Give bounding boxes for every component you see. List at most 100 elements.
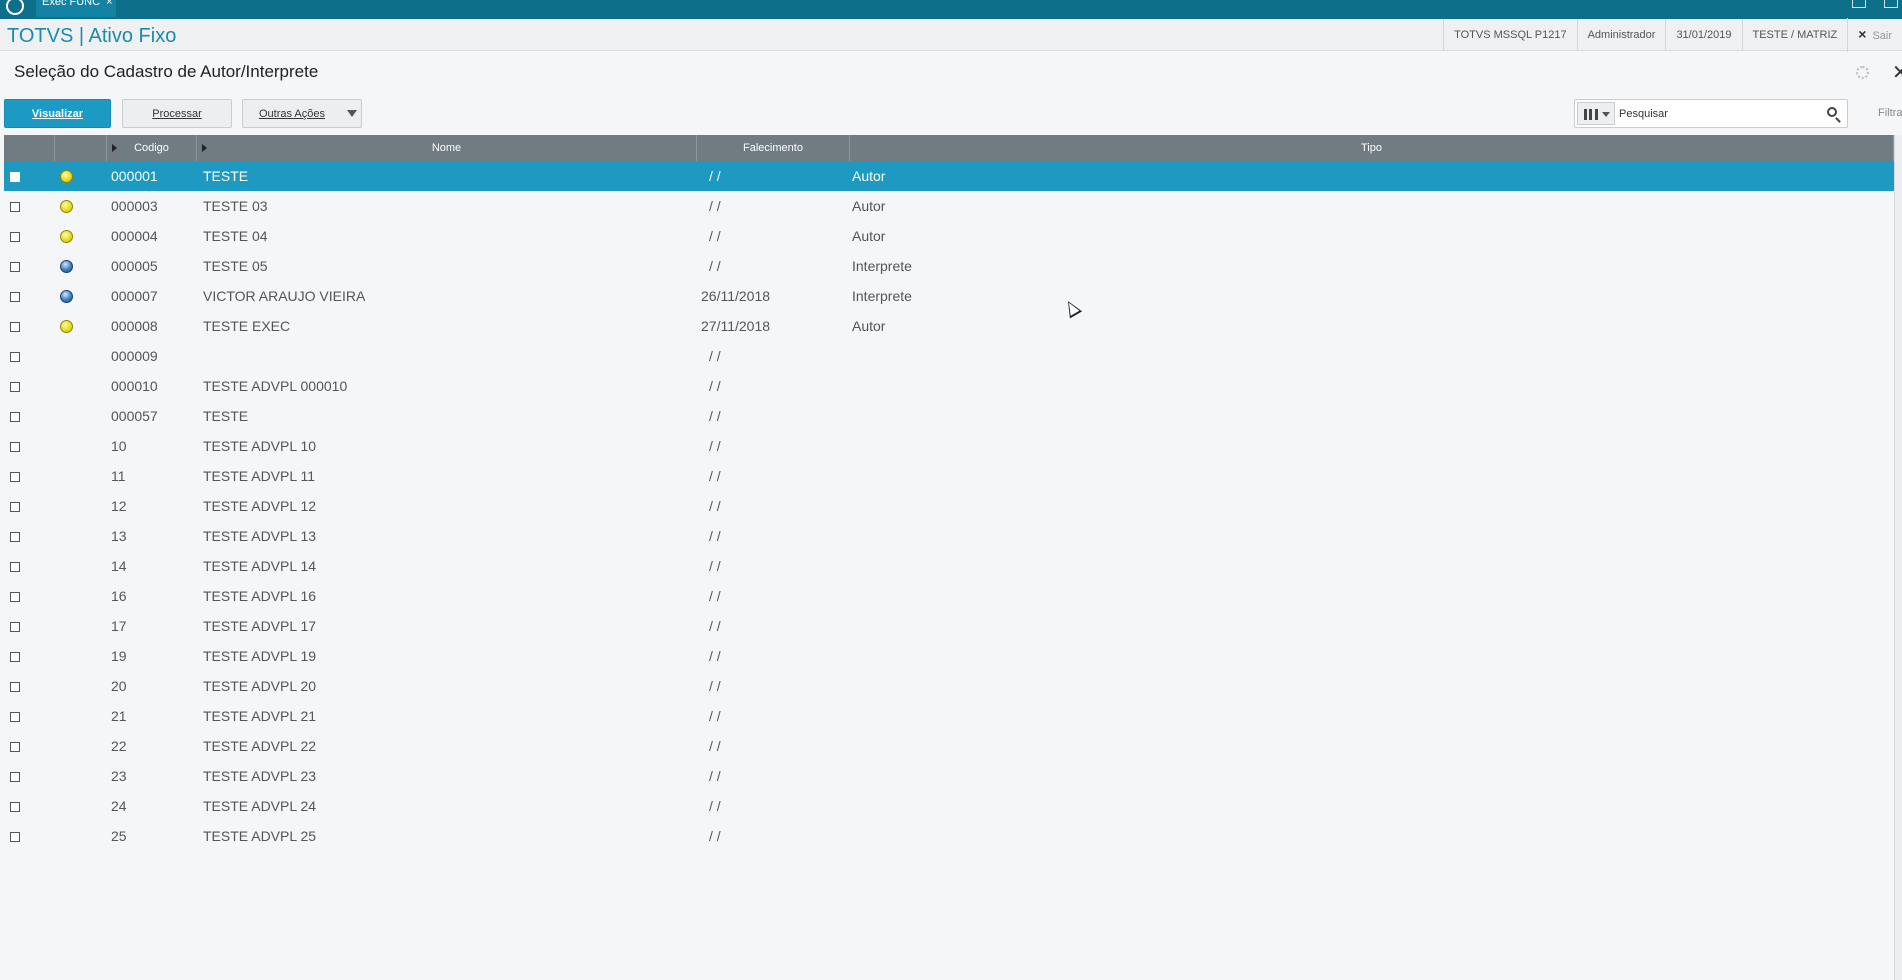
column-selector[interactable]	[1577, 102, 1615, 125]
cell-codigo: 21	[111, 708, 127, 724]
cell-falecimento: / /	[709, 708, 721, 724]
cell-falecimento: / /	[709, 438, 721, 454]
cell-tipo: Autor	[852, 228, 886, 244]
table-row[interactable]: 25 TESTE ADVPL 25 / /	[4, 821, 1894, 851]
totvs-logo-icon[interactable]	[6, 0, 24, 15]
filter-button[interactable]: Filtrar	[1878, 107, 1902, 119]
row-checkbox[interactable]	[10, 472, 20, 482]
gear-icon[interactable]	[1856, 66, 1869, 79]
row-checkbox[interactable]	[10, 502, 20, 512]
table-row[interactable]: 000009 / /	[4, 341, 1894, 371]
table-row[interactable]: 24 TESTE ADVPL 24 / /	[4, 791, 1894, 821]
row-checkbox[interactable]	[10, 322, 20, 332]
table-row[interactable]: 000008 TESTE EXEC 27/11/2018 Autor	[4, 311, 1894, 341]
vertical-scrollbar[interactable]	[1894, 135, 1902, 980]
cell-nome: TESTE ADVPL 17	[203, 618, 317, 634]
table-row[interactable]: 12 TESTE ADVPL 12 / /	[4, 491, 1894, 521]
row-checkbox[interactable]	[10, 352, 20, 362]
row-checkbox[interactable]	[10, 832, 20, 842]
page-title: Seleção do Cadastro de Autor/Interprete	[14, 62, 319, 81]
cell-nome: VICTOR ARAUJO VIEIRA	[203, 288, 366, 304]
process-button[interactable]: Processar	[122, 99, 232, 128]
chevron-down-icon	[1602, 112, 1610, 117]
table-row[interactable]: 14 TESTE ADVPL 14 / /	[4, 551, 1894, 581]
row-checkbox[interactable]	[10, 562, 20, 572]
header-nome[interactable]: Nome	[197, 135, 697, 161]
cell-tipo: Autor	[852, 168, 886, 184]
table-row[interactable]: 000007 VICTOR ARAUJO VIEIRA 26/11/2018 Inte…	[4, 281, 1894, 311]
table-row[interactable]: 11 TESTE ADVPL 11 / /	[4, 461, 1894, 491]
app-bar: TOTVS | Ativo Fixo TOTVS MSSQL P1217 Adm…	[0, 18, 1902, 52]
table-row[interactable]: 000004 TESTE 04 / / Autor	[4, 221, 1894, 251]
cell-falecimento: / /	[709, 828, 721, 844]
header-falecimento[interactable]: Falecimento	[697, 135, 850, 161]
cell-tipo: Autor	[852, 318, 886, 334]
table-row[interactable]: 10 TESTE ADVPL 10 / /	[4, 431, 1894, 461]
close-icon[interactable]: ✕	[1892, 60, 1902, 85]
search-input[interactable]	[1619, 104, 1819, 124]
row-checkbox[interactable]	[10, 742, 20, 752]
row-checkbox[interactable]	[10, 682, 20, 692]
row-checkbox[interactable]	[10, 532, 20, 542]
row-checkbox[interactable]	[10, 262, 20, 272]
table-row[interactable]: 000005 TESTE 05 / / Interprete	[4, 251, 1894, 281]
cell-falecimento: / /	[709, 738, 721, 754]
cell-falecimento: / /	[709, 258, 721, 274]
header-status-column[interactable]	[55, 135, 107, 161]
search-icon[interactable]	[1827, 107, 1837, 117]
header-tipo[interactable]: Tipo	[850, 135, 1894, 161]
row-checkbox[interactable]	[10, 772, 20, 782]
table-row[interactable]: 17 TESTE ADVPL 17 / /	[4, 611, 1894, 641]
environment-label: TOTVS MSSQL P1217	[1443, 19, 1577, 51]
row-checkbox[interactable]	[10, 652, 20, 662]
cell-codigo: 17	[111, 618, 127, 634]
row-checkbox[interactable]	[10, 712, 20, 722]
table-row[interactable]: 000057 TESTE / /	[4, 401, 1894, 431]
row-checkbox[interactable]	[10, 232, 20, 242]
toolbar: Visualizar Processar Outras Ações Filtra…	[0, 99, 1902, 129]
cell-falecimento: / /	[709, 678, 721, 694]
tab-label: Exec FUNC	[42, 0, 101, 8]
cell-nome: TESTE ADVPL 000010	[203, 378, 348, 394]
exit-button[interactable]: × Sair	[1847, 18, 1902, 52]
table-row[interactable]: 16 TESTE ADVPL 16 / /	[4, 581, 1894, 611]
cell-falecimento: / /	[709, 498, 721, 514]
table-row[interactable]: 23 TESTE ADVPL 23 / /	[4, 761, 1894, 791]
tab-close-icon[interactable]: ×	[106, 0, 112, 8]
company-label: TESTE / MATRIZ	[1741, 19, 1848, 51]
cell-falecimento: / /	[709, 408, 721, 424]
table-row[interactable]: 19 TESTE ADVPL 19 / /	[4, 641, 1894, 671]
row-checkbox[interactable]	[10, 592, 20, 602]
cell-tipo: Interprete	[852, 258, 912, 274]
cell-tipo: Interprete	[852, 288, 912, 304]
header-mark-column[interactable]	[4, 135, 55, 161]
table-row[interactable]: 22 TESTE ADVPL 22 / /	[4, 731, 1894, 761]
tab-exec-func[interactable]: Exec FUNC ×	[36, 0, 116, 17]
status-yellow-icon	[60, 200, 73, 213]
header-codigo[interactable]: Codigo	[107, 135, 197, 161]
status-yellow-icon	[60, 230, 73, 243]
user-icon[interactable]	[1884, 0, 1898, 8]
cell-falecimento: / /	[709, 468, 721, 484]
table-row[interactable]: 000003 TESTE 03 / / Autor	[4, 191, 1894, 221]
table-row[interactable]: 000001 TESTE / / Autor	[4, 161, 1894, 191]
row-checkbox[interactable]	[10, 802, 20, 812]
cell-falecimento: / /	[709, 768, 721, 784]
row-checkbox[interactable]	[10, 292, 20, 302]
cell-nome: TESTE ADVPL 13	[203, 528, 317, 544]
row-checkbox[interactable]	[10, 412, 20, 422]
table-row[interactable]: 13 TESTE ADVPL 13 / /	[4, 521, 1894, 551]
more-actions-button[interactable]: Outras Ações	[242, 99, 362, 128]
row-checkbox[interactable]	[10, 442, 20, 452]
view-button[interactable]: Visualizar	[4, 99, 111, 128]
row-checkbox[interactable]	[10, 202, 20, 212]
row-checkbox[interactable]	[10, 622, 20, 632]
table-row[interactable]: 20 TESTE ADVPL 20 / /	[4, 671, 1894, 701]
row-checkbox[interactable]	[10, 172, 20, 182]
cell-codigo: 000008	[111, 318, 158, 334]
cell-nome: TESTE ADVPL 11	[203, 468, 316, 484]
row-checkbox[interactable]	[10, 382, 20, 392]
table-row[interactable]: 21 TESTE ADVPL 21 / /	[4, 701, 1894, 731]
table-row[interactable]: 000010 TESTE ADVPL 000010 / /	[4, 371, 1894, 401]
mail-icon[interactable]	[1852, 0, 1866, 8]
